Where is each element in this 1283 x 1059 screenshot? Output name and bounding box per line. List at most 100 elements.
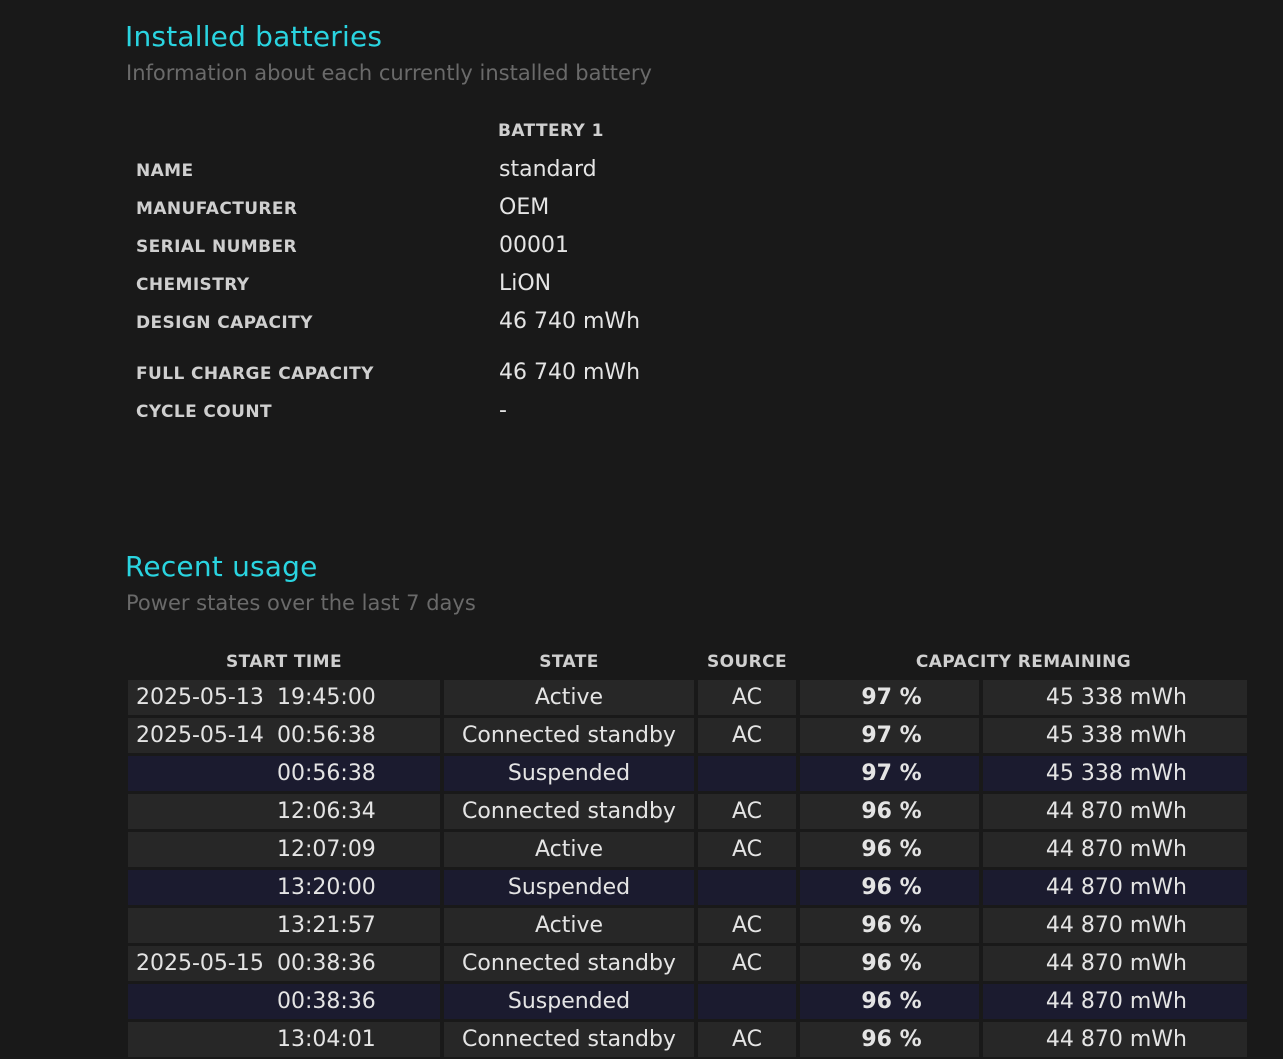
time: 13:21:57 [277, 913, 376, 938]
info-label: CYCLE COUNT [136, 402, 272, 422]
mwh: 44 870 mWh [1045, 875, 1187, 900]
mwh: 44 870 mWh [1045, 1027, 1187, 1052]
percent: 96 % [861, 1027, 922, 1052]
header-start-time: START TIME [226, 652, 342, 672]
start-time-cell: 00:56:38 [128, 756, 440, 791]
table-row: 00:56:38 Suspended 97 % 45 338 mWh [128, 756, 1248, 791]
mwh-cell: 44 870 mWh [983, 946, 1247, 981]
installed-batteries-title: Installed batteries [125, 20, 383, 53]
mwh-cell: 44 870 mWh [983, 984, 1247, 1019]
mwh: 45 338 mWh [1045, 761, 1187, 786]
mwh-cell: 44 870 mWh [983, 1022, 1247, 1057]
percent-cell: 96 % [800, 1022, 979, 1057]
start-time-cell: 13:04:01 [128, 1022, 440, 1057]
percent-cell: 96 % [800, 984, 979, 1019]
info-row-full-charge-capacity: FULL CHARGE CAPACITY 46 740 mWh [136, 357, 836, 387]
date: 2025-05-14 [136, 723, 264, 748]
percent-cell: 97 % [800, 718, 979, 753]
start-time-cell: 12:07:09 [128, 832, 440, 867]
info-label: CHEMISTRY [136, 275, 250, 295]
header-state: STATE [539, 652, 599, 672]
time: 12:06:34 [277, 799, 376, 824]
table-row: 2025-05-14 00:56:38 Connected standby AC… [128, 718, 1248, 753]
time: 12:07:09 [277, 837, 376, 862]
mwh: 44 870 mWh [1045, 799, 1187, 824]
header-capacity-remaining: CAPACITY REMAINING [915, 652, 1132, 672]
mwh-cell: 44 870 mWh [983, 832, 1247, 867]
state-cell: Connected standby [444, 1022, 694, 1057]
info-value: LiON [499, 271, 552, 296]
mwh: 44 870 mWh [1045, 951, 1187, 976]
percent-cell: 96 % [800, 832, 979, 867]
source-cell [698, 984, 796, 1019]
time: 00:56:38 [277, 723, 376, 748]
info-label: MANUFACTURER [136, 199, 298, 219]
source-cell: AC [698, 832, 796, 867]
table-row: 2025-05-13 19:45:00 Active AC 97 % 45 33… [128, 680, 1248, 715]
info-row-serial-number: SERIAL NUMBER 00001 [136, 230, 836, 260]
time: 13:04:01 [277, 1027, 376, 1052]
info-value: 46 740 mWh [499, 309, 641, 334]
mwh: 44 870 mWh [1045, 989, 1187, 1014]
table-row: 2025-05-15 00:38:36 Connected standby AC… [128, 946, 1248, 981]
percent: 96 % [861, 913, 922, 938]
percent-cell: 97 % [800, 756, 979, 791]
time: 00:56:38 [277, 761, 376, 786]
mwh: 45 338 mWh [1045, 723, 1187, 748]
info-label: FULL CHARGE CAPACITY [136, 364, 374, 384]
source-cell [698, 756, 796, 791]
percent: 96 % [861, 837, 922, 862]
info-label: NAME [136, 161, 194, 181]
source-cell: AC [698, 718, 796, 753]
percent: 96 % [861, 875, 922, 900]
source-cell: AC [698, 946, 796, 981]
percent: 96 % [861, 989, 922, 1014]
state-cell: Connected standby [444, 718, 694, 753]
time: 00:38:36 [277, 989, 376, 1014]
time: 19:45:00 [277, 685, 376, 710]
percent: 97 % [861, 761, 922, 786]
percent: 96 % [861, 951, 922, 976]
mwh-cell: 45 338 mWh [983, 756, 1247, 791]
state-cell: Connected standby [444, 946, 694, 981]
percent: 96 % [861, 799, 922, 824]
mwh: 44 870 mWh [1045, 913, 1187, 938]
mwh-cell: 44 870 mWh [983, 870, 1247, 905]
mwh-cell: 44 870 mWh [983, 794, 1247, 829]
battery-column-header: BATTERY 1 [498, 121, 604, 141]
percent-cell: 96 % [800, 870, 979, 905]
time: 13:20:00 [277, 875, 376, 900]
info-label: SERIAL NUMBER [136, 237, 297, 257]
info-value: 46 740 mWh [499, 360, 641, 385]
info-label: DESIGN CAPACITY [136, 313, 313, 333]
source-cell [698, 870, 796, 905]
start-time-cell: 13:20:00 [128, 870, 440, 905]
percent: 97 % [861, 685, 922, 710]
info-row-name: NAME standard [136, 154, 836, 184]
state-cell: Active [444, 680, 694, 715]
mwh: 44 870 mWh [1045, 837, 1187, 862]
table-row: 12:06:34 Connected standby AC 96 % 44 87… [128, 794, 1248, 829]
state-cell: Active [444, 832, 694, 867]
table-row: 12:07:09 Active AC 96 % 44 870 mWh [128, 832, 1248, 867]
source-cell: AC [698, 794, 796, 829]
start-time-cell: 2025-05-13 19:45:00 [128, 680, 440, 715]
start-time-cell: 2025-05-14 00:56:38 [128, 718, 440, 753]
table-row: 13:21:57 Active AC 96 % 44 870 mWh [128, 908, 1248, 943]
source-cell: AC [698, 1022, 796, 1057]
recent-usage-title: Recent usage [125, 550, 318, 583]
info-row-design-capacity: DESIGN CAPACITY 46 740 mWh [136, 306, 836, 336]
start-time-cell: 2025-05-15 00:38:36 [128, 946, 440, 981]
state-cell: Suspended [444, 870, 694, 905]
mwh-cell: 44 870 mWh [983, 908, 1247, 943]
info-row-manufacturer: MANUFACTURER OEM [136, 192, 836, 222]
table-row: 00:38:36 Suspended 96 % 44 870 mWh [128, 984, 1248, 1019]
source-cell: AC [698, 680, 796, 715]
percent-cell: 97 % [800, 680, 979, 715]
state-cell: Connected standby [444, 794, 694, 829]
state-cell: Suspended [444, 756, 694, 791]
info-row-chemistry: CHEMISTRY LiON [136, 268, 836, 298]
mwh-cell: 45 338 mWh [983, 718, 1247, 753]
info-value: OEM [499, 195, 550, 220]
table-row: 13:20:00 Suspended 96 % 44 870 mWh [128, 870, 1248, 905]
